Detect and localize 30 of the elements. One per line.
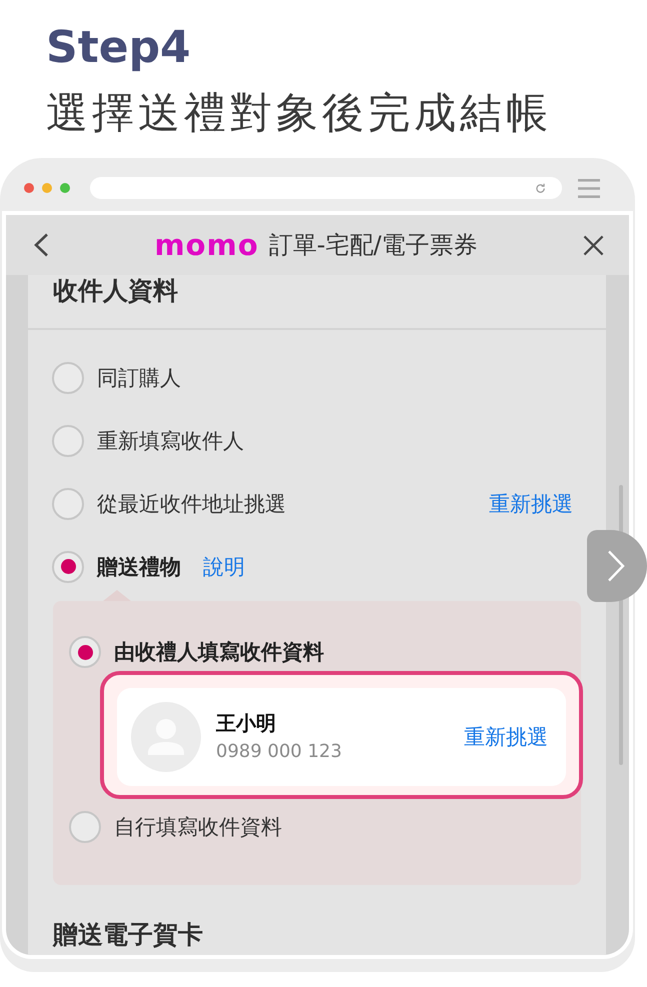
option-label: 從最近收件地址挑選 [97,490,286,516]
radio-button[interactable] [52,362,84,394]
option-link[interactable]: 重新挑選 [489,490,573,516]
radio-button[interactable] [69,811,101,843]
section-title: 贈送電子賀卡 [53,920,203,949]
contact-name: 王小明 [216,710,277,736]
step-title: Step4 [46,22,192,74]
radio-button[interactable] [52,424,84,456]
step-description: 選擇送禮對象後完成結帳 [46,87,553,139]
page-title: 訂單-宅配/電子票券 [268,230,478,261]
reselect-link[interactable]: 重新挑選 [464,724,548,750]
option-label: 自行填寫收件資料 [114,814,282,840]
close-icon[interactable] [583,234,604,256]
section-title: 收件人資料 [53,276,178,305]
option-label: 由收禮人填寫收件資料 [114,639,324,665]
option-link[interactable]: 說明 [203,554,245,580]
radio-button[interactable] [69,636,101,668]
reload-icon[interactable] [535,182,546,194]
logo: momo [154,228,259,262]
option-label: 重新填寫收件人 [97,428,244,454]
contact-phone: 0989 000 123 [216,740,342,764]
radio-button[interactable] [52,488,84,520]
option-label: 同訂購人 [97,364,181,390]
option-label: 贈送禮物 [97,554,181,580]
menu-icon[interactable] [578,178,600,198]
contact-card[interactable]: 王小明 0989 000 123 重新挑選 [117,688,566,786]
chevron-right-icon [607,550,625,582]
radio-button[interactable] [52,550,84,582]
back-icon[interactable] [33,233,49,257]
next-button[interactable] [587,530,647,602]
